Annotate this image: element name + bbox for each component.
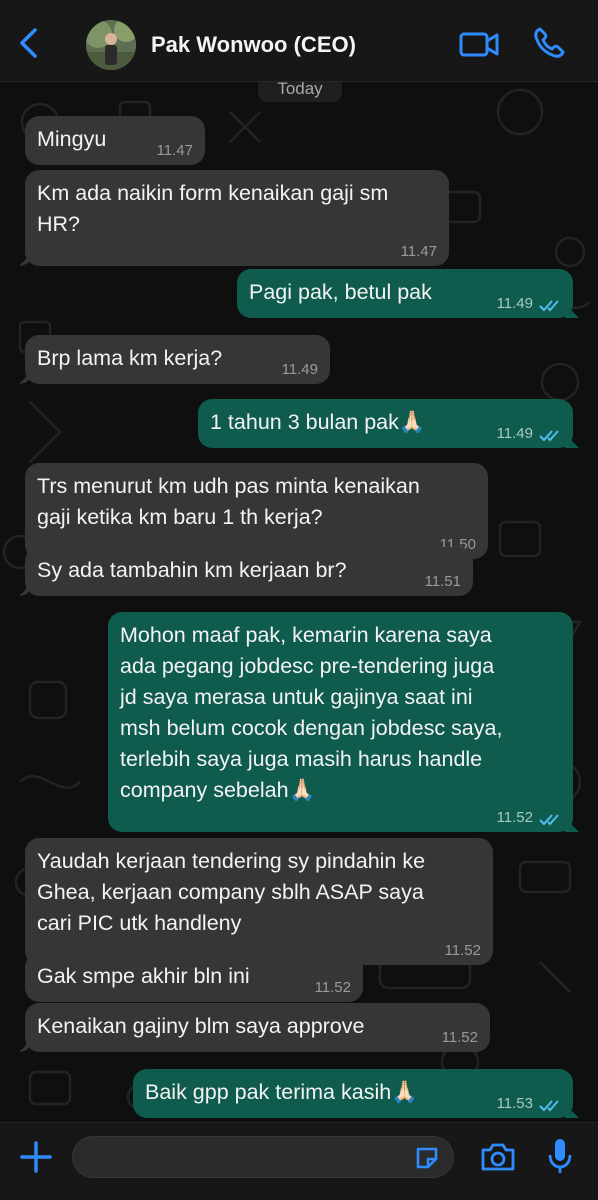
message-text: Yaudah kerjaan tendering sy pindahin ke … xyxy=(37,849,426,935)
chat-area[interactable]: Today Mingyu 11.47 Km ada naikin form kena… xyxy=(0,82,598,1122)
read-receipt-icon xyxy=(539,1100,559,1112)
read-receipt-icon xyxy=(539,814,559,826)
video-camera-icon[interactable] xyxy=(458,28,500,60)
outgoing-message[interactable]: Baik gpp pak terima kasih🙏🏻 11.53 xyxy=(133,1069,573,1118)
read-receipt-icon xyxy=(539,430,559,442)
outgoing-message[interactable]: Mohon maaf pak, kemarin karena saya ada … xyxy=(108,612,573,832)
message-text: Kenaikan gajiny blm saya approve xyxy=(37,1014,365,1038)
message-text: 1 tahun 3 bulan pak🙏🏻 xyxy=(210,410,426,434)
plus-icon[interactable] xyxy=(18,1139,54,1175)
contact-name[interactable]: Pak Wonwoo (CEO) xyxy=(151,32,356,58)
composer xyxy=(0,1122,598,1200)
outgoing-message[interactable]: 1 tahun 3 bulan pak🙏🏻 11.49 xyxy=(198,399,573,448)
outgoing-message[interactable]: Pagi pak, betul pak 11.49 xyxy=(237,269,573,318)
incoming-message[interactable]: Kenaikan gajiny blm saya approve 11.52 xyxy=(25,1003,490,1052)
message-text: Sy ada tambahin km kerjaan br? xyxy=(37,558,347,582)
message-time: 11.51 xyxy=(424,573,461,590)
incoming-message[interactable]: Mingyu 11.47 xyxy=(25,116,205,165)
message-text: Mohon maaf pak, kemarin karena saya ada … xyxy=(120,623,503,802)
incoming-message[interactable]: Sy ada tambahin km kerjaan br? 11.51 xyxy=(25,547,473,596)
message-text: Km ada naikin form kenaikan gaji sm HR? xyxy=(37,181,389,236)
date-separator: Today xyxy=(258,82,342,102)
message-time: 11.52 xyxy=(441,1029,478,1046)
avatar[interactable] xyxy=(86,20,136,70)
message-time: 11.52 xyxy=(314,979,351,996)
message-time: 11.49 xyxy=(496,295,533,312)
read-receipt-icon xyxy=(539,300,559,312)
message-time: 11.49 xyxy=(496,425,533,442)
message-text: Mingyu xyxy=(37,127,107,151)
incoming-message[interactable]: Yaudah kerjaan tendering sy pindahin ke … xyxy=(25,838,493,965)
message-text: Gak smpe akhir bln ini xyxy=(37,964,250,988)
message-text: Baik gpp pak terima kasih🙏🏻 xyxy=(145,1080,418,1104)
incoming-message[interactable]: Brp lama km kerja? 11.49 xyxy=(25,335,330,384)
incoming-message[interactable]: Trs menurut km udh pas minta kenaikan ga… xyxy=(25,463,488,559)
incoming-message[interactable]: Gak smpe akhir bln ini 11.52 xyxy=(25,953,363,1002)
chevron-left-icon[interactable] xyxy=(14,26,44,60)
microphone-icon[interactable] xyxy=(547,1137,573,1175)
message-text: Brp lama km kerja? xyxy=(37,346,223,370)
message-time: 11.53 xyxy=(496,1095,533,1112)
message-time: 11.52 xyxy=(496,809,533,826)
chat-header: Pak Wonwoo (CEO) xyxy=(0,0,598,82)
message-input[interactable] xyxy=(72,1136,454,1178)
camera-icon[interactable] xyxy=(480,1141,516,1173)
incoming-message[interactable]: Km ada naikin form kenaikan gaji sm HR? 1… xyxy=(25,170,449,266)
message-time: 11.47 xyxy=(156,142,193,159)
phone-icon[interactable] xyxy=(532,26,566,60)
message-text: Pagi pak, betul pak xyxy=(249,280,432,304)
message-time: 11.47 xyxy=(400,243,437,260)
sticker-icon[interactable] xyxy=(414,1145,440,1171)
message-time: 11.52 xyxy=(444,942,481,959)
message-time: 11.49 xyxy=(281,361,318,378)
message-text: Trs menurut km udh pas minta kenaikan ga… xyxy=(37,474,420,529)
